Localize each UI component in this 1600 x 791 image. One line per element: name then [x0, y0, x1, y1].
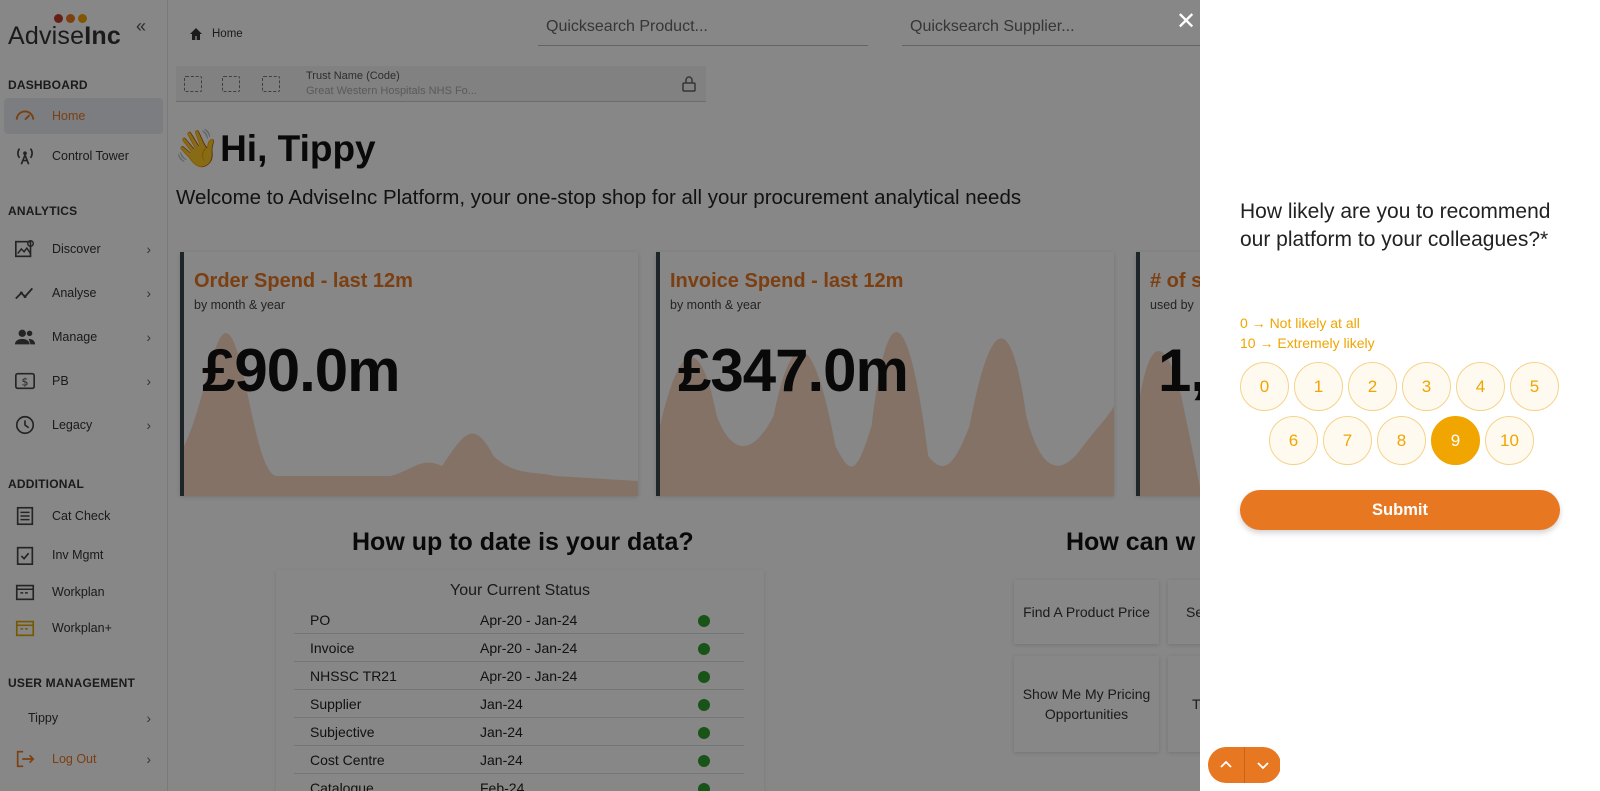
scale-high-label: 10 → Extremely likely — [1240, 335, 1375, 351]
nps-option-10[interactable]: 10 — [1485, 416, 1534, 465]
nps-option-8[interactable]: 8 — [1377, 416, 1426, 465]
nps-option-2[interactable]: 2 — [1348, 362, 1397, 411]
survey-question: How likely are you to recommend our plat… — [1240, 200, 1551, 251]
scale-low-label: 0 → Not likely at all — [1240, 315, 1360, 331]
nps-option-0[interactable]: 0 — [1240, 362, 1289, 411]
chevron-up-icon[interactable] — [1208, 747, 1244, 783]
close-icon[interactable]: ✕ — [1176, 7, 1196, 36]
nps-option-9[interactable]: 9 — [1431, 416, 1480, 465]
nps-option-6[interactable]: 6 — [1269, 416, 1318, 465]
survey-navigation — [1208, 747, 1281, 783]
nps-option-5[interactable]: 5 — [1510, 362, 1559, 411]
submit-button[interactable]: Submit — [1240, 490, 1560, 530]
nps-option-7[interactable]: 7 — [1323, 416, 1372, 465]
nps-survey-panel: How likely are you to recommend our plat… — [1200, 0, 1600, 791]
nps-option-1[interactable]: 1 — [1294, 362, 1343, 411]
nps-option-3[interactable]: 3 — [1402, 362, 1451, 411]
chevron-down-icon[interactable] — [1244, 747, 1280, 783]
nps-option-4[interactable]: 4 — [1456, 362, 1505, 411]
